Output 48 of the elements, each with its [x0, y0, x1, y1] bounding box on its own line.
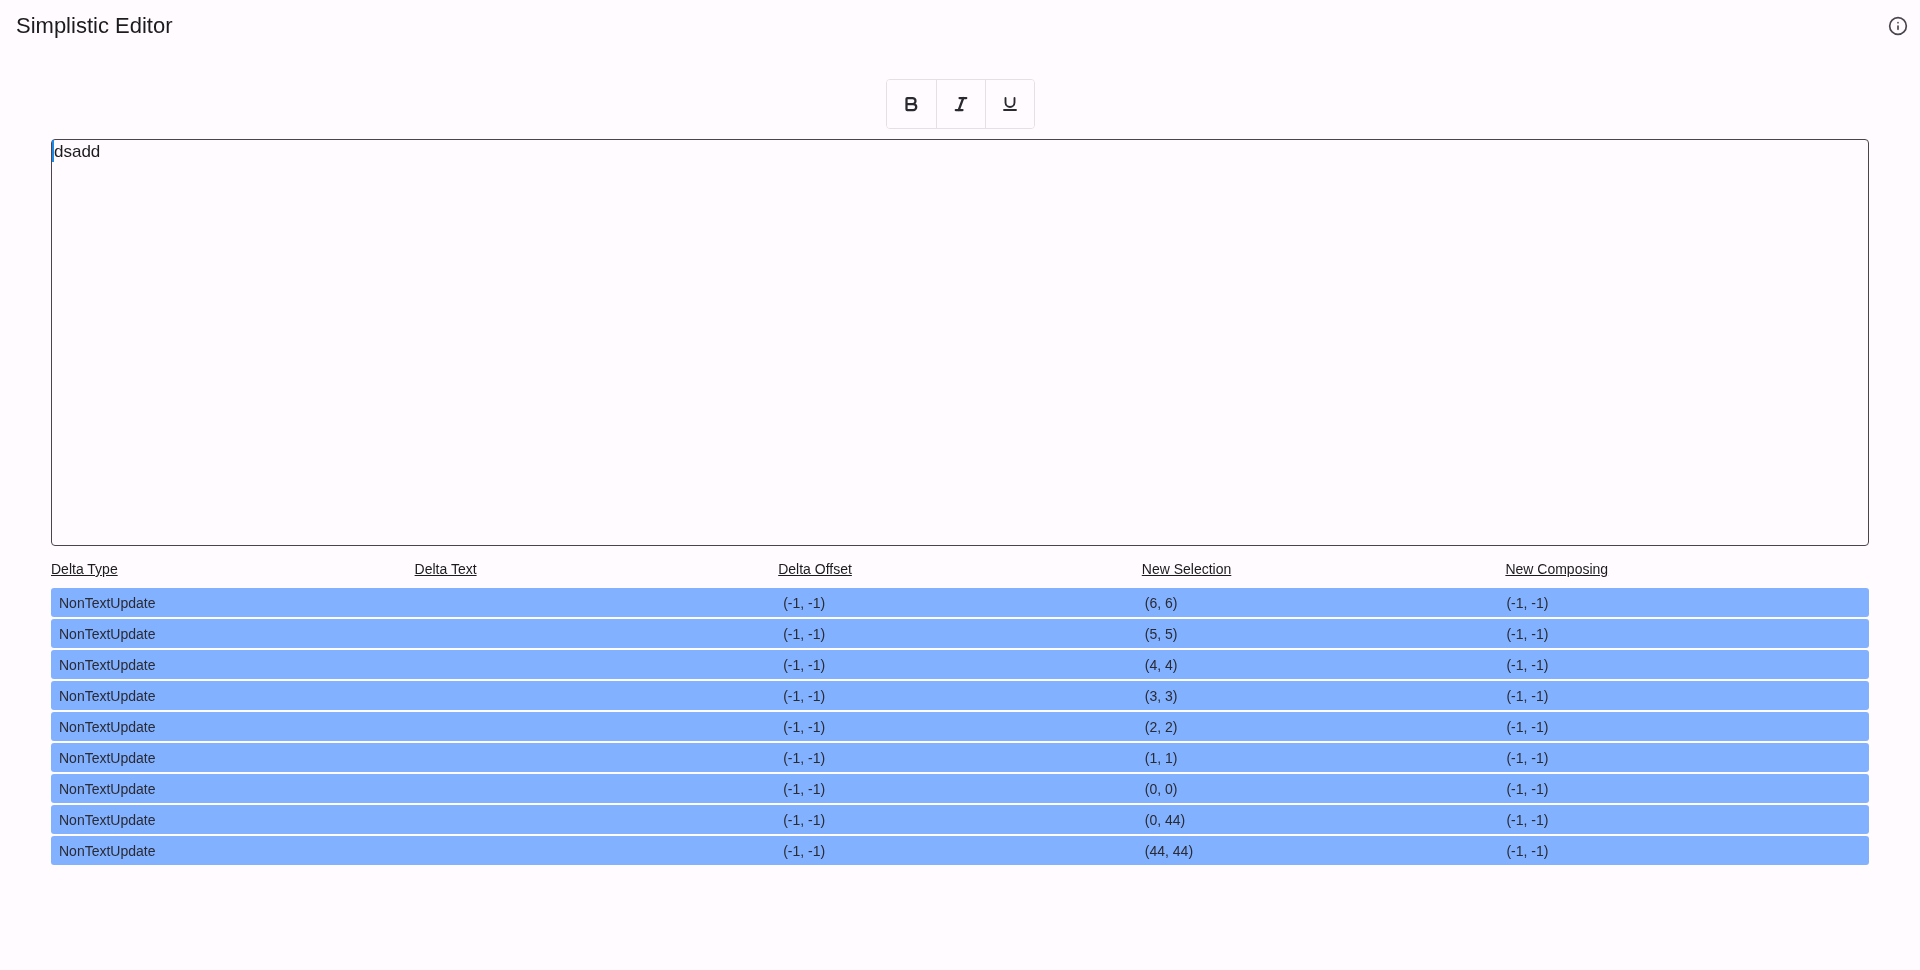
editor-text: dsadd — [52, 140, 101, 162]
table-cell: (-1, -1) — [1505, 687, 1549, 704]
app-title: Simplistic Editor — [16, 13, 173, 39]
text-editor[interactable]: dsadd — [51, 139, 1869, 546]
table-cell-text: (0, 0) — [1143, 780, 1178, 797]
table-cell-text: (-1, -1) — [782, 656, 826, 673]
table-cell-text: NonTextUpdate — [58, 625, 156, 642]
table-cell-text: (0, 44) — [1143, 811, 1186, 828]
table-cell-text: NonTextUpdate — [58, 718, 156, 735]
table-cell-text: NonTextUpdate — [58, 780, 156, 797]
table-cell-text: (-1, -1) — [782, 749, 826, 766]
table-cell-text: (5, 5) — [1143, 625, 1178, 642]
table-cell-text: (1, 1) — [1143, 749, 1178, 766]
table-cell: (-1, -1) — [1505, 780, 1549, 797]
table-cell-text: (44, 44) — [1143, 842, 1194, 859]
table-cell: (-1, -1) — [1505, 594, 1549, 611]
column-header: Delta Text — [414, 561, 477, 577]
table-cell: (-1, -1) — [1505, 656, 1549, 673]
info-icon — [1888, 16, 1908, 36]
table-cell: (-1, -1) — [1505, 718, 1549, 735]
table-cell: (-1, -1) — [1505, 842, 1549, 859]
table-cell-text: (3, 3) — [1143, 687, 1178, 704]
table-cell-text: (6, 6) — [1143, 594, 1178, 611]
column-header: Delta Type — [51, 561, 118, 577]
table-cell: (-1, -1) — [1505, 811, 1549, 828]
table-cell-text: NonTextUpdate — [58, 842, 156, 859]
table-cell-text: (-1, -1) — [782, 718, 826, 735]
table-cell-text: (4, 4) — [1143, 656, 1178, 673]
table-cell-text: (-1, -1) — [782, 811, 826, 828]
table-cell-text: (-1, -1) — [782, 842, 826, 859]
table-cell-text: NonTextUpdate — [58, 687, 156, 704]
table-cell-text: (-1, -1) — [782, 594, 826, 611]
table-cell-text: NonTextUpdate — [58, 749, 156, 766]
table-cell-text: NonTextUpdate — [58, 594, 156, 611]
table-cell-text: (-1, -1) — [782, 625, 826, 642]
table-cell-text: (2, 2) — [1143, 718, 1178, 735]
table-cell-text: NonTextUpdate — [58, 811, 156, 828]
table-cell: (-1, -1) — [1505, 749, 1549, 766]
underline-button[interactable] — [984, 80, 1034, 128]
table-cell-text: (-1, -1) — [782, 687, 826, 704]
column-header: New Composing — [1505, 561, 1609, 577]
table-cell: (-1, -1) — [1505, 625, 1549, 642]
column-header: Delta Offset — [778, 561, 852, 577]
table-cell-text: NonTextUpdate — [58, 656, 156, 673]
column-header: New Selection — [1141, 561, 1232, 577]
bold-icon — [902, 95, 920, 113]
underline-icon — [1000, 95, 1019, 113]
table-cell-text: (-1, -1) — [782, 780, 826, 797]
